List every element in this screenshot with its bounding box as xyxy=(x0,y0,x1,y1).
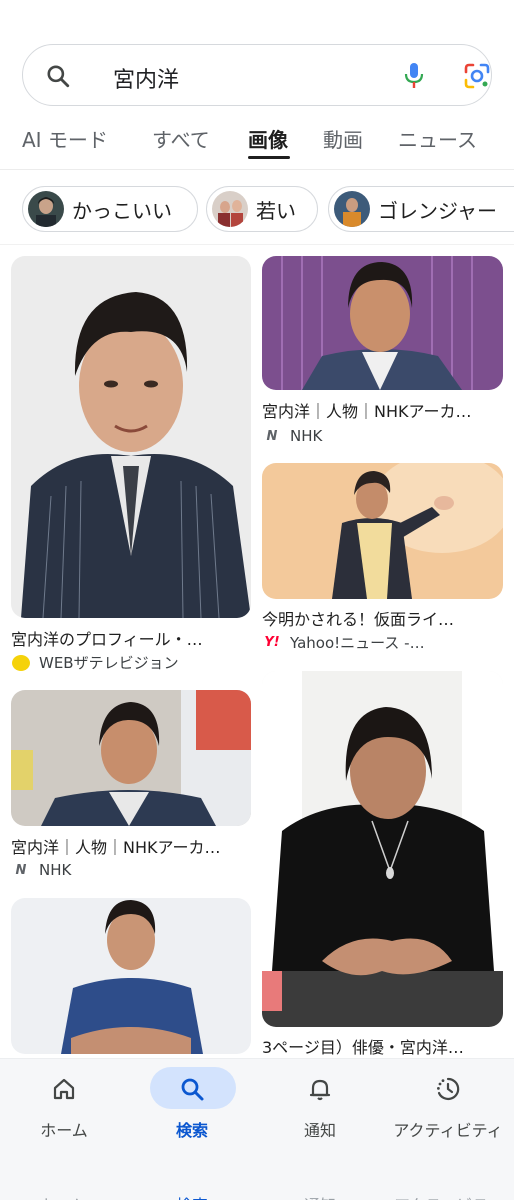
chip-thumbnail xyxy=(212,191,248,227)
result-source[interactable]: N NHK xyxy=(262,426,323,446)
microphone-icon[interactable] xyxy=(401,61,427,91)
chip-gorenger[interactable]: ゴレンジャー xyxy=(328,186,514,232)
nav-label: アクティビティ xyxy=(393,1121,503,1140)
search-icon xyxy=(47,65,70,88)
nhk-icon: N xyxy=(266,428,278,444)
result-title[interactable]: 3ページ目）俳優・宮内洋… xyxy=(262,1034,502,1058)
bottom-navigation: ホーム 検索 通知 アクティビティ xyxy=(0,1058,514,1200)
tab-images[interactable]: 画像 xyxy=(248,124,288,153)
chip-label: ゴレンジャー xyxy=(378,198,497,223)
nav-labels-duplicate: ホーム 検索 通知 アクティビティ xyxy=(0,1192,514,1200)
chip-wakai[interactable]: 若い xyxy=(206,186,318,232)
tab-videos[interactable]: 動画 xyxy=(323,124,363,153)
nav-label: 通知 xyxy=(303,1121,336,1140)
result-title[interactable]: 今明かされる！仮面ライ… xyxy=(262,606,502,630)
result-image[interactable] xyxy=(262,256,503,390)
result-source[interactable]: N NHK xyxy=(11,860,72,880)
bell-icon xyxy=(309,1079,331,1101)
chip-label: 若い xyxy=(256,198,296,223)
suggestion-chips: かっこいい 若い ゴレンジャー xyxy=(0,184,514,236)
home-icon xyxy=(53,1078,75,1100)
result-image[interactable] xyxy=(11,898,251,1054)
nav-label: ホーム xyxy=(40,1121,88,1140)
result-image[interactable] xyxy=(11,256,251,618)
divider xyxy=(0,244,514,245)
tab-all[interactable]: すべて xyxy=(152,124,210,153)
search-icon xyxy=(181,1078,204,1101)
result-image[interactable] xyxy=(262,671,503,1027)
active-tab-indicator xyxy=(248,156,290,159)
webtv-icon xyxy=(11,653,31,673)
nav-search[interactable]: 検索 xyxy=(128,1059,256,1159)
tab-news[interactable]: ニュース xyxy=(398,124,477,153)
result-source[interactable]: Y! Yahoo!ニュース -… xyxy=(262,632,425,653)
result-source[interactable]: WEBザテレビジョン xyxy=(11,652,179,673)
chip-kakkoii[interactable]: かっこいい xyxy=(22,186,198,232)
result-source-name: WEBザテレビジョン xyxy=(39,654,179,672)
chip-thumbnail xyxy=(334,191,370,227)
google-lens-icon[interactable] xyxy=(463,62,491,90)
result-source-name: NHK xyxy=(290,427,323,445)
chip-label: かっこいい xyxy=(72,198,172,223)
result-source-name: Yahoo!ニュース -… xyxy=(290,634,425,652)
ghost-label: 通知 xyxy=(304,1192,336,1200)
result-image[interactable] xyxy=(11,690,251,826)
nav-activity[interactable]: アクティビティ xyxy=(384,1059,512,1159)
nav-label: 検索 xyxy=(175,1121,208,1140)
result-title[interactable]: 宮内洋のプロフィール・… xyxy=(11,626,251,650)
result-source-name: NHK xyxy=(39,861,72,879)
search-input[interactable]: 宮内洋 xyxy=(113,62,179,94)
ghost-label: アクティビティ xyxy=(394,1192,503,1200)
tab-ai-mode[interactable]: AI モード xyxy=(22,124,108,153)
search-bar[interactable]: 宮内洋 xyxy=(22,44,492,106)
result-title[interactable]: 宮内洋｜人物｜NHKアーカ… xyxy=(262,398,502,422)
nav-home[interactable]: ホーム xyxy=(0,1059,128,1159)
search-tabs: AI モード すべて 画像 動画 ニュース xyxy=(0,118,514,170)
yahoo-icon: Y! xyxy=(264,635,280,650)
ghost-label: 検索 xyxy=(176,1192,208,1200)
result-title[interactable]: 宮内洋｜人物｜NHKアーカ… xyxy=(11,834,251,858)
nav-notifications[interactable]: 通知 xyxy=(256,1059,384,1159)
nhk-icon: N xyxy=(15,862,27,878)
result-image[interactable] xyxy=(262,463,503,599)
chip-thumbnail xyxy=(28,191,64,227)
activity-icon xyxy=(437,1077,460,1101)
ghost-label: ホーム xyxy=(38,1192,86,1200)
